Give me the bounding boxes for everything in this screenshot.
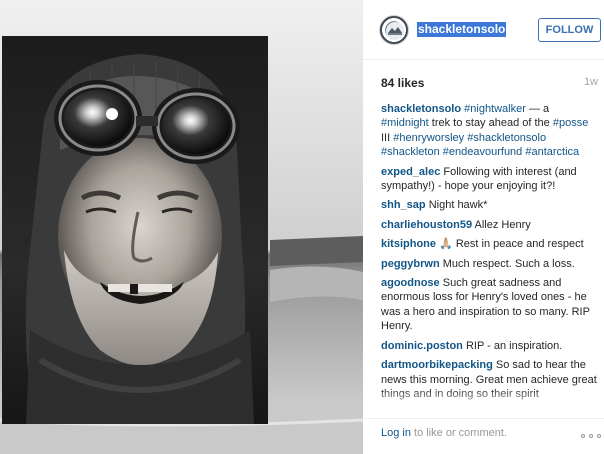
comment: peggybrwn Much respect. Such a loss. — [381, 257, 597, 271]
comments-list: shackletonsolo #nightwalker — a #midnigh… — [381, 102, 597, 412]
expedition-badge-icon — [386, 22, 404, 40]
caption-fragment: — a — [525, 103, 550, 115]
hashtag-link[interactable]: #antarctica — [525, 146, 579, 158]
caption: shackletonsolo #nightwalker — a #midnigh… — [381, 102, 597, 160]
hashtag-link[interactable]: #posse — [553, 117, 588, 129]
login-prompt: Log in to like or comment. — [381, 427, 507, 439]
comment-username[interactable]: agoodnose — [381, 277, 440, 289]
login-link[interactable]: Log in — [381, 427, 411, 439]
likes-count[interactable]: 84 likes — [381, 76, 424, 90]
comment-username[interactable]: shh_sap — [381, 199, 426, 211]
more-options-icon[interactable] — [581, 433, 601, 439]
post-footer: Log in to like or comment. — [363, 418, 604, 454]
post-header: shackletonsolo FOLLOW — [363, 0, 604, 60]
hashtag-link[interactable]: #midnight — [381, 117, 429, 129]
caption-fragment: trek to stay ahead of the — [428, 117, 553, 130]
comment-username[interactable]: peggybrwn — [381, 258, 440, 270]
more-dot — [597, 434, 601, 438]
more-dot — [589, 434, 593, 438]
comment-username[interactable]: dartmoorbikepacking — [381, 359, 493, 371]
comment: shh_sap Night hawk* — [381, 198, 597, 212]
username-link[interactable]: shackletonsolo — [417, 22, 507, 37]
comment: dominic.poston RIP - an inspiration. — [381, 339, 597, 353]
comment-text: RIP - an inspiration. — [465, 339, 563, 352]
hashtag-link[interactable]: #nightwalker — [464, 103, 526, 115]
comment: charliehouston59 Allez Henry — [381, 218, 597, 232]
comment-username[interactable]: exped_alec — [381, 166, 440, 178]
comment-username[interactable]: dominic.poston — [381, 340, 463, 352]
hashtag-link[interactable]: #endeavourfund — [443, 146, 523, 158]
post-age[interactable]: 1w — [584, 76, 598, 88]
avatar[interactable] — [379, 15, 409, 45]
comment-items: exped_alec Following with interest (and … — [381, 165, 597, 402]
hashtag-link[interactable]: #henryworsley — [393, 132, 464, 144]
hashtag-link[interactable]: #shackletonsolo — [467, 132, 546, 144]
caption-fragment: III — [381, 131, 394, 144]
comment-username[interactable]: kitsiphone — [381, 238, 436, 250]
hashtag-link[interactable]: #shackleton — [381, 146, 440, 158]
comment: kitsiphone 🙏🏼 Rest in peace and respect — [381, 237, 597, 251]
follow-button[interactable]: FOLLOW — [538, 18, 601, 42]
comment-text: 🙏🏼 Rest in peace and respect — [439, 238, 584, 251]
comment-username[interactable]: charliehouston59 — [381, 219, 472, 231]
post-stats: 84 likes 1w — [381, 76, 604, 90]
comment: exped_alec Following with interest (and … — [381, 165, 597, 194]
post-photo[interactable] — [0, 0, 363, 454]
caption-username[interactable]: shackletonsolo — [381, 103, 461, 115]
comments-fade — [381, 388, 597, 412]
comment-text: Night hawk* — [428, 199, 488, 212]
post-photo-image — [0, 0, 363, 454]
post-side-panel: shackletonsolo FOLLOW 84 likes 1w shackl… — [363, 0, 604, 454]
comment-text: Much respect. Such a loss. — [442, 257, 575, 270]
login-prompt-text: to like or comment. — [410, 427, 507, 439]
more-dot — [581, 434, 585, 438]
comment: agoodnose Such great sadness and enormou… — [381, 276, 597, 334]
comment-text: Allez Henry — [474, 218, 531, 231]
